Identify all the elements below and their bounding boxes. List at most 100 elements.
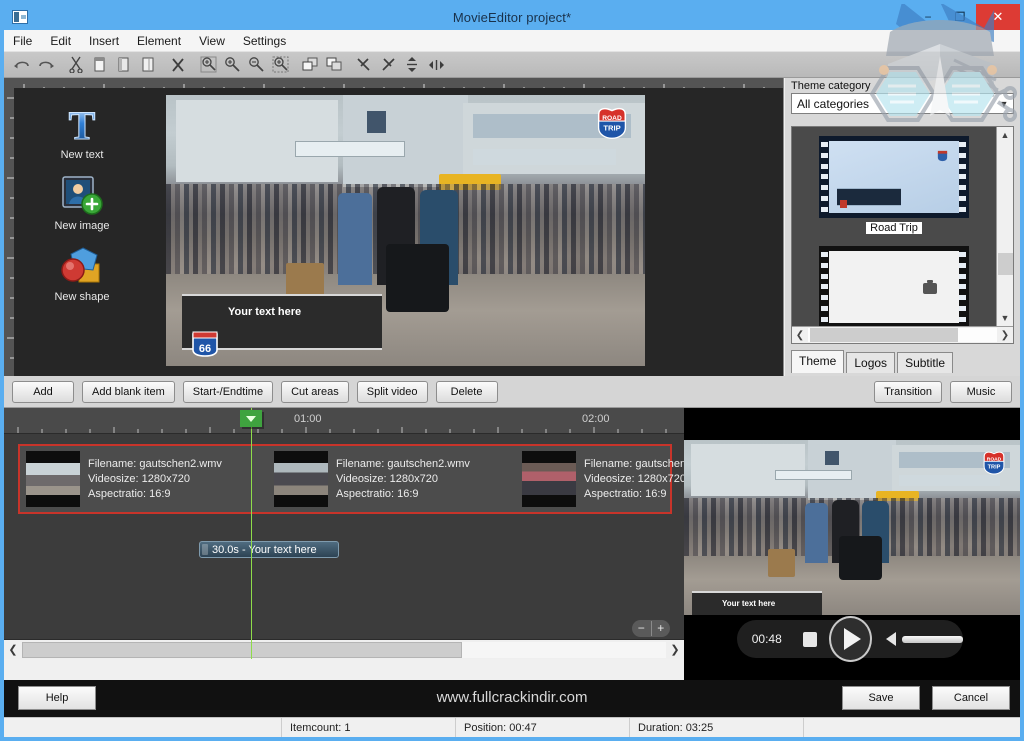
music-button[interactable]: Music	[950, 380, 1012, 403]
maximize-button[interactable]: ❐	[944, 4, 976, 30]
scroll-down-icon[interactable]: ▼	[997, 310, 1013, 326]
theme-list[interactable]: Road Trip ▲ ▼ ❮ ❯	[791, 126, 1014, 344]
clip-videosize: Videosize: 1280x720	[88, 472, 190, 485]
paste-icon[interactable]	[112, 54, 136, 76]
vscroll-thumb[interactable]	[998, 253, 1013, 275]
text-clip-label: 30.0s - Your text here	[212, 543, 317, 556]
scroll-left-icon[interactable]: ❮	[792, 330, 808, 341]
video-player[interactable]: ROAD TRIP Your text here 66 00:48	[684, 408, 1020, 680]
duplicate-icon[interactable]	[136, 54, 160, 76]
theme-category-select[interactable]: All categories ▼	[791, 93, 1014, 114]
clip-resize-handle[interactable]	[202, 544, 208, 555]
theme-category-value: All categories	[797, 96, 870, 111]
zoom-out-icon[interactable]	[244, 54, 268, 76]
clip-filename: Filename: gautschen2.wmv	[88, 457, 222, 470]
tab-logos[interactable]: Logos	[846, 352, 896, 373]
theme-card-road-trip[interactable]: Road Trip	[819, 136, 969, 234]
theme-panel: Theme category All categories ▼ Road Tri…	[785, 78, 1020, 376]
scroll-right-icon[interactable]: ❯	[997, 330, 1013, 341]
zoom-fit-icon[interactable]	[196, 54, 220, 76]
bring-front-icon[interactable]	[298, 54, 322, 76]
film-strip	[819, 136, 969, 218]
tool-new-shape[interactable]: New shape	[42, 242, 122, 303]
send-back-icon[interactable]	[322, 54, 346, 76]
timeline-clip[interactable]: Filename: gautschen2.wmv Videosize: 1280…	[26, 449, 222, 509]
tab-subtitle[interactable]: Subtitle	[897, 352, 954, 373]
editor-canvas[interactable]: T New text New image New shape ROAD TRIP…	[14, 88, 783, 376]
theme-list-horizontal-scrollbar[interactable]: ❮ ❯	[792, 326, 1013, 343]
theme-card-second[interactable]	[819, 246, 969, 326]
add-blank-item-button[interactable]: Add blank item	[82, 380, 175, 403]
volume-slider[interactable]	[901, 635, 963, 643]
timeline-video-track[interactable]: Filename: gautschen2.wmv Videosize: 1280…	[18, 444, 686, 514]
close-button[interactable]: ✕	[976, 4, 1020, 30]
speaker-icon[interactable]	[885, 632, 896, 646]
stop-button[interactable]	[802, 631, 817, 647]
timeline-zoom-out-button[interactable]: −	[632, 621, 652, 636]
timeline[interactable]: 01:00 02:00 Filename: gautschen2.wmv Vid…	[4, 408, 686, 659]
align-vertical-icon[interactable]	[400, 54, 424, 76]
cut-icon[interactable]	[64, 54, 88, 76]
undo-icon[interactable]	[10, 54, 34, 76]
hscroll-track[interactable]	[808, 328, 997, 342]
hscroll-thumb[interactable]	[810, 328, 958, 342]
road-trip-badge-icon	[936, 149, 949, 162]
timeline-clip[interactable]: Filename: gautschen Videosize: 1280x720 …	[522, 449, 686, 509]
start-endtime-button[interactable]: Start-/Endtime	[182, 380, 274, 403]
theme-list-vertical-scrollbar[interactable]: ▲ ▼	[996, 127, 1013, 326]
align-horizontal-icon[interactable]	[424, 54, 448, 76]
timeline-zoom-controls[interactable]: − +	[632, 620, 670, 637]
copy-icon[interactable]	[88, 54, 112, 76]
playhead-handle[interactable]	[240, 410, 262, 427]
tool-new-image[interactable]: New image	[42, 171, 122, 232]
clip-aspect: Aspectratio: 16:9	[584, 487, 667, 500]
scroll-right-icon[interactable]: ❯	[666, 643, 684, 656]
menu-element[interactable]: Element	[128, 32, 190, 50]
delete-icon[interactable]	[166, 54, 190, 76]
timeline-scroll-track[interactable]	[22, 641, 666, 658]
clip-metadata: Filename: gautschen2.wmv Videosize: 1280…	[336, 457, 470, 502]
road-trip-badge-icon: ROAD TRIP	[980, 448, 1008, 476]
timeline-clip[interactable]: Filename: gautschen2.wmv Videosize: 1280…	[274, 449, 470, 509]
theme-items: Road Trip	[792, 127, 996, 326]
video-preview[interactable]: ROAD TRIP Your text here 66	[166, 95, 645, 366]
horizontal-ruler	[4, 78, 783, 88]
preview-text-overlay[interactable]: Your text here 66	[182, 294, 382, 357]
menu-file[interactable]: File	[4, 32, 41, 50]
scroll-left-icon[interactable]: ❮	[4, 643, 22, 656]
play-button[interactable]	[828, 616, 872, 662]
timeline-scroll-thumb[interactable]	[22, 641, 462, 658]
menu-view[interactable]: View	[190, 32, 234, 50]
camera-icon	[923, 280, 937, 294]
menu-insert[interactable]: Insert	[80, 32, 128, 50]
title-bar: MovieEditor project* − ❐ ✕	[4, 4, 1020, 30]
menu-edit[interactable]: Edit	[41, 32, 80, 50]
menu-settings[interactable]: Settings	[234, 32, 295, 50]
add-button[interactable]: Add	[12, 380, 74, 403]
timeline-zoom-in-button[interactable]: +	[652, 621, 671, 636]
transition-button[interactable]: Transition	[874, 380, 942, 403]
timeline-text-track[interactable]: 30.0s - Your text here	[18, 534, 672, 574]
cut-areas-button[interactable]: Cut areas	[281, 380, 349, 403]
tool-new-text[interactable]: T New text	[42, 100, 122, 162]
save-button[interactable]: Save	[842, 686, 920, 710]
split-video-button[interactable]: Split video	[356, 380, 428, 403]
align-right-icon[interactable]	[376, 54, 400, 76]
timeline-horizontal-scrollbar[interactable]: ❮ ❯	[4, 639, 684, 659]
delete-button[interactable]: Delete	[435, 380, 498, 403]
timeline-ruler[interactable]: 01:00 02:00	[4, 408, 684, 434]
tool-palette: T New text New image New shape	[42, 100, 122, 304]
timeline-text-clip[interactable]: 30.0s - Your text here	[199, 541, 339, 558]
minimize-button[interactable]: −	[912, 4, 944, 30]
redo-icon[interactable]	[34, 54, 58, 76]
align-left-icon[interactable]	[352, 54, 376, 76]
timeline-playhead[interactable]	[240, 408, 262, 659]
cancel-button[interactable]: Cancel	[932, 686, 1010, 710]
clip-filename: Filename: gautschen	[584, 457, 687, 470]
new-image-icon	[59, 171, 105, 217]
zoom-in-icon[interactable]	[220, 54, 244, 76]
tab-theme[interactable]: Theme	[791, 350, 845, 373]
scroll-up-icon[interactable]: ▲	[997, 127, 1013, 143]
zoom-selection-icon[interactable]	[268, 54, 292, 76]
chevron-down-icon[interactable]: ▼	[995, 94, 1013, 113]
